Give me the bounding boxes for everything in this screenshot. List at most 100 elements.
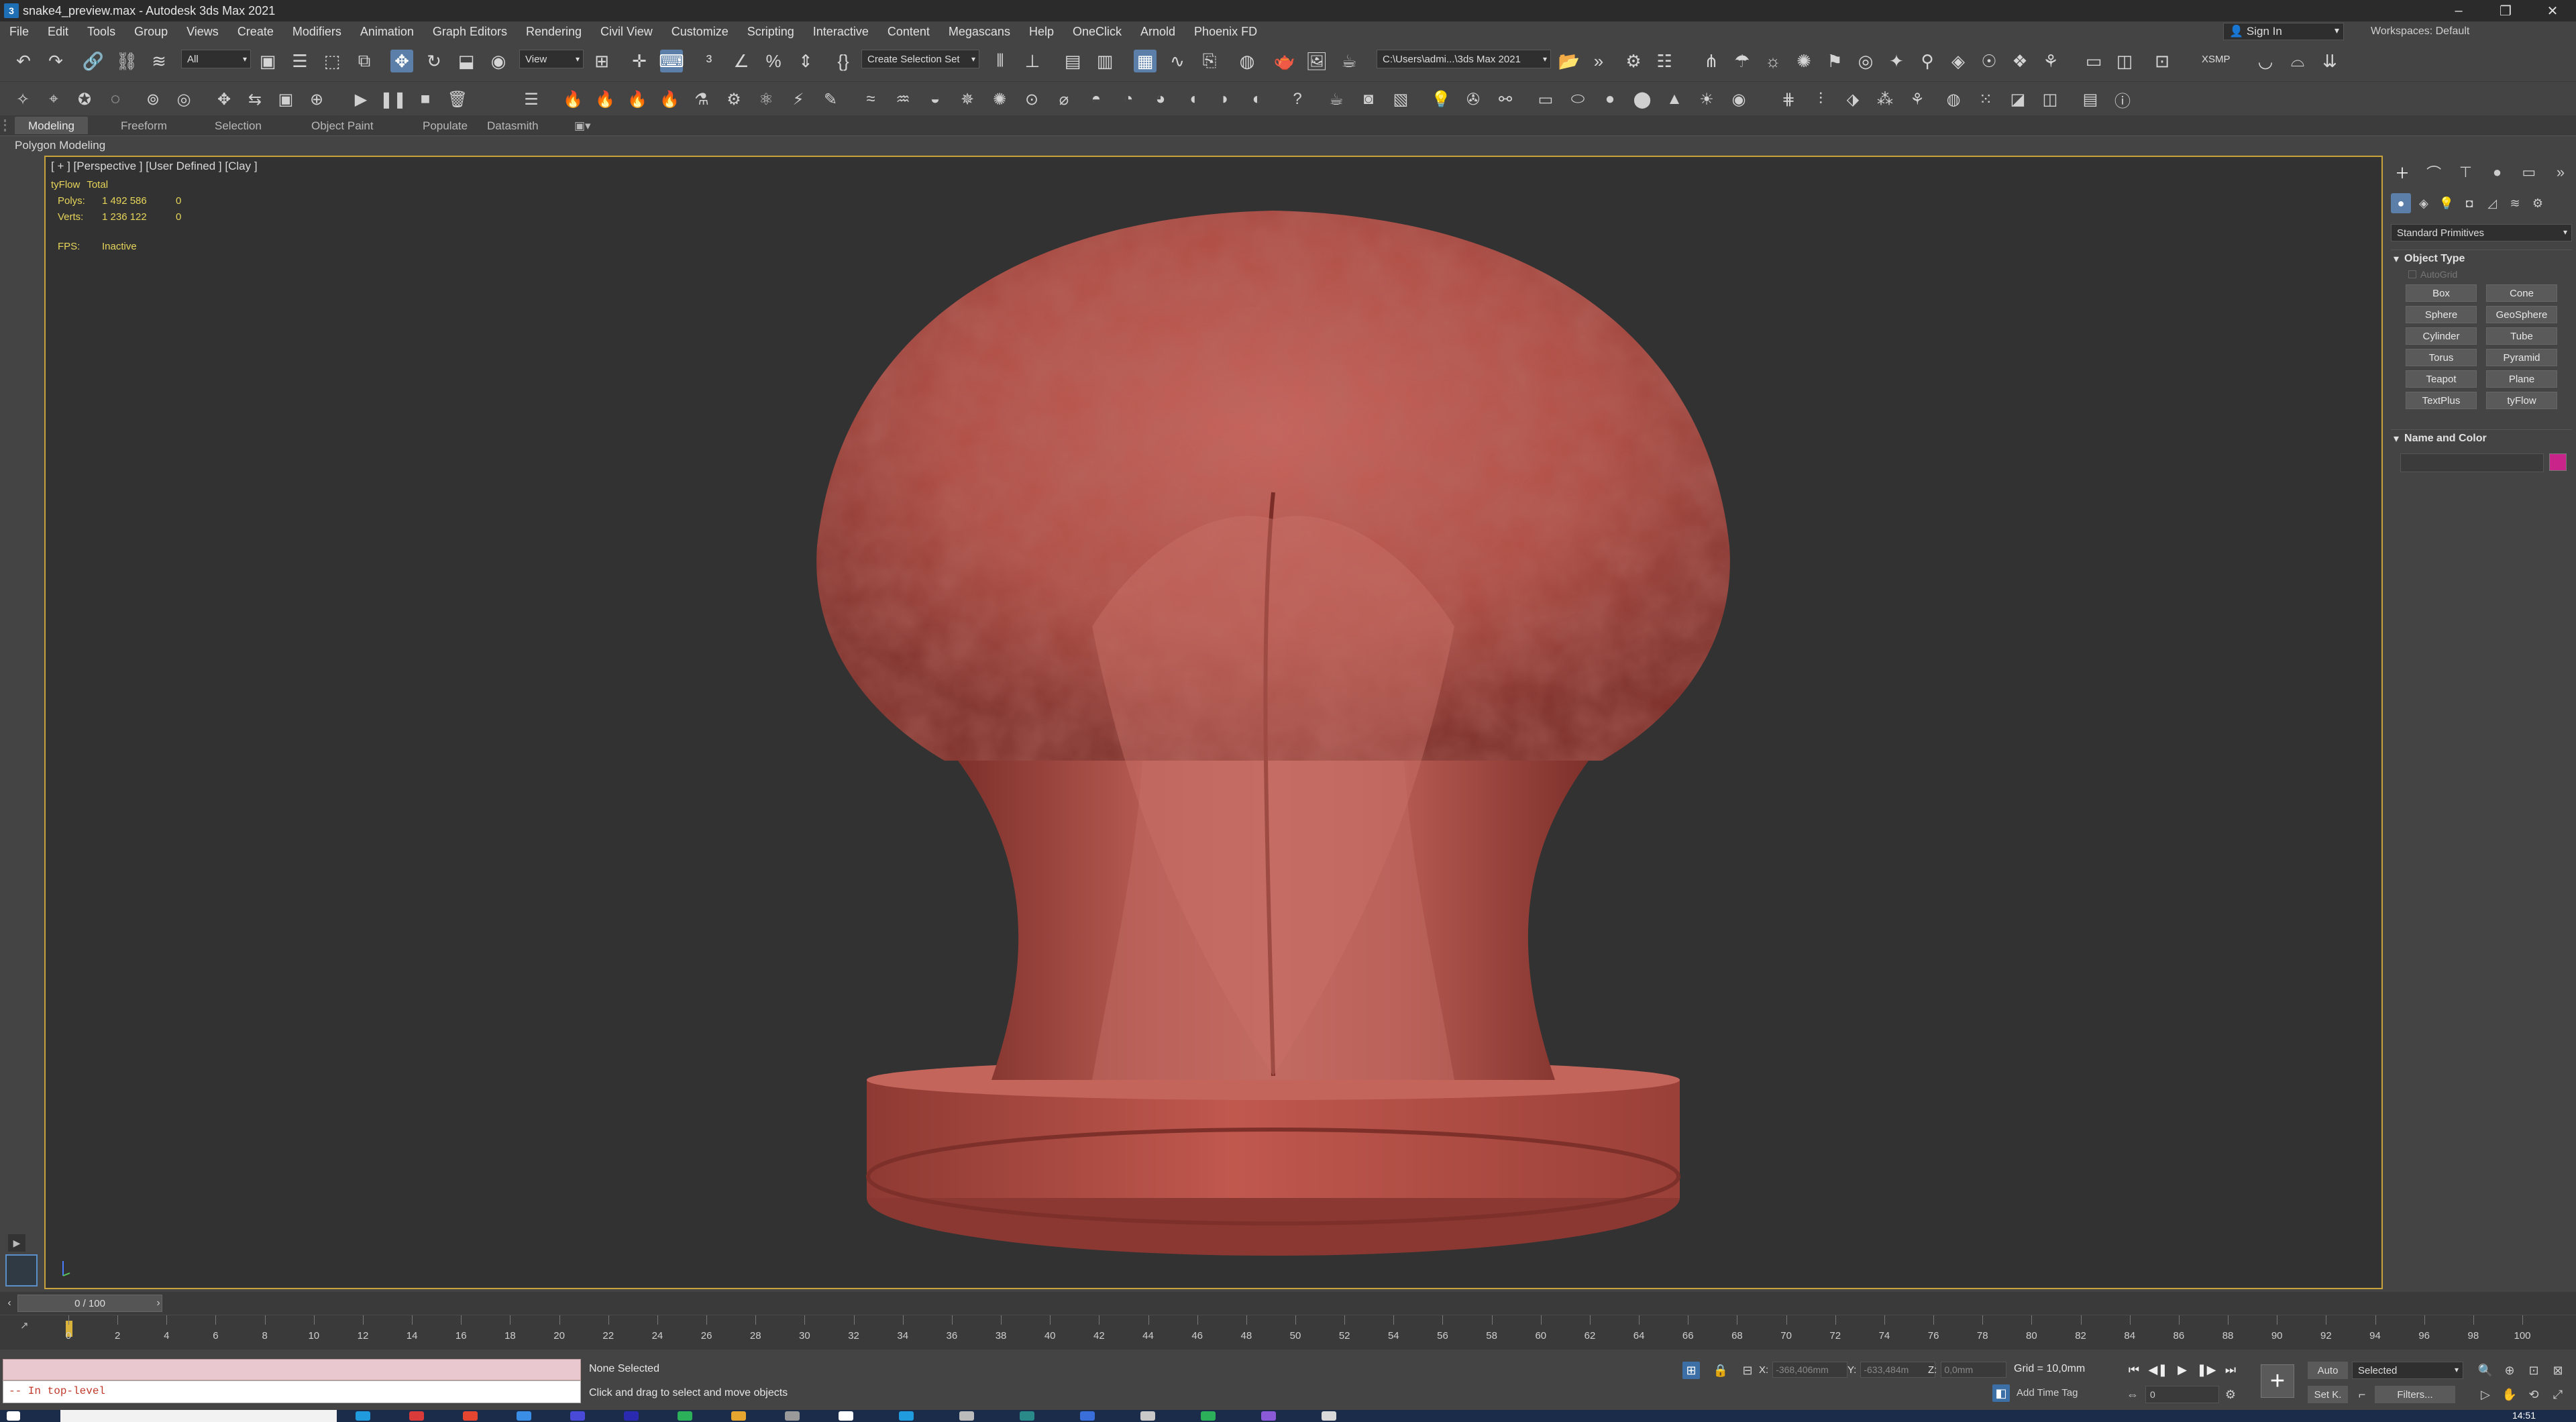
menu-group[interactable]: Group xyxy=(125,25,177,39)
coord-z-input[interactable]: 0,0mm xyxy=(1941,1362,2007,1378)
orbit-icon[interactable]: ⟲ xyxy=(2525,1386,2542,1403)
render-production-icon[interactable]: ☕ xyxy=(1338,50,1360,72)
auto-key-button[interactable]: Auto xyxy=(2308,1362,2348,1379)
toolbar2-icon-6[interactable]: ◎ xyxy=(173,89,195,110)
plant-tool-icon[interactable]: ⚘ xyxy=(1907,89,1928,110)
key-filter-icon[interactable]: ⌐ xyxy=(2353,1386,2371,1403)
material-editor-icon[interactable]: ◍ xyxy=(1236,50,1258,72)
taskbar-app-icon-6[interactable] xyxy=(624,1411,639,1421)
menu-civil-view[interactable]: Civil View xyxy=(591,25,662,39)
taskbar-app-icon-4[interactable] xyxy=(517,1411,531,1421)
plugin-tool-icon-2[interactable]: ☷ xyxy=(1653,50,1676,72)
select-by-name-icon[interactable]: ☰ xyxy=(288,50,311,72)
render-tool-icon-2[interactable]: ◙ xyxy=(1358,89,1379,110)
menu-rendering[interactable]: Rendering xyxy=(517,25,591,39)
curve-editor-icon[interactable]: ∿ xyxy=(1166,50,1189,72)
taskbar-app-icon-11[interactable] xyxy=(899,1411,914,1421)
light-tool-icon-9[interactable]: ◉ xyxy=(1728,89,1750,110)
maximize-viewport-icon[interactable]: ⤢ xyxy=(2549,1386,2567,1403)
taskbar-app-icon-13[interactable] xyxy=(1020,1411,1034,1421)
reference-coordinate-dropdown[interactable]: View ▾ xyxy=(519,50,584,68)
toolbar2-icon-10[interactable]: ⊕ xyxy=(306,89,327,110)
select-object-icon[interactable]: ▣ xyxy=(256,50,279,72)
water-tool-icon-11[interactable]: ◖ xyxy=(1182,89,1203,110)
vray-tool-icon-8[interactable]: ☉ xyxy=(1978,50,2000,72)
current-frame-input[interactable]: 0 xyxy=(2145,1386,2219,1403)
utilities-tab-icon[interactable]: » xyxy=(2549,161,2572,184)
fire-tool-icon-3[interactable]: 🔥 xyxy=(627,89,648,110)
vray-tool-icon-1[interactable]: ⋔ xyxy=(1700,50,1723,72)
menu-modifiers[interactable]: Modifiers xyxy=(283,25,351,39)
lights-icon[interactable]: 💡 xyxy=(2436,193,2457,213)
minimize-icon[interactable]: – xyxy=(2435,0,2482,21)
phoenix-tool-icon-1[interactable]: ⚗ xyxy=(691,89,712,110)
taskbar-search[interactable] xyxy=(60,1410,337,1422)
taskbar-app-icon-18[interactable] xyxy=(1322,1411,1336,1421)
window-crossing-icon[interactable]: ⧉ xyxy=(353,50,376,72)
water-tool-icon-7[interactable]: ⌀ xyxy=(1053,89,1075,110)
selection-filter-dropdown[interactable]: All ▾ xyxy=(181,50,251,68)
object-color-swatch[interactable] xyxy=(2549,453,2567,471)
help-circle-icon[interactable]: ⓘ xyxy=(2112,89,2133,111)
tab-populate[interactable]: Populate xyxy=(409,117,481,134)
geometry-icon[interactable]: ● xyxy=(2391,193,2411,213)
water-tool-icon-12[interactable]: ◗ xyxy=(1214,89,1236,110)
phoenix-tool-icon-5[interactable]: ✎ xyxy=(820,89,841,110)
plane-button[interactable]: Plane xyxy=(2486,370,2557,388)
textplus-button[interactable]: TextPlus xyxy=(2406,392,2477,409)
taskbar-app-icon-7[interactable] xyxy=(678,1411,692,1421)
schematic-view-icon[interactable]: ⎘ xyxy=(1198,50,1221,72)
plugin-tool-icon-3[interactable]: ◡ xyxy=(2254,50,2277,72)
spacewarps-icon[interactable]: ≋ xyxy=(2505,193,2525,213)
modify-tab-icon[interactable]: ⌒ xyxy=(2422,161,2445,184)
light-tool-icon-5[interactable]: ⬭ xyxy=(1567,89,1589,110)
viewport-layout-thumbnail[interactable] xyxy=(5,1254,38,1287)
grid-tool-icon[interactable]: ⁙ xyxy=(1975,89,1996,110)
key-filters-button[interactable]: Filters... xyxy=(2375,1386,2455,1403)
toolbar2-icon-7[interactable]: ✥ xyxy=(213,89,235,110)
taskbar-app-icon-1[interactable] xyxy=(356,1411,370,1421)
menu-edit[interactable]: Edit xyxy=(38,25,78,39)
water-tool-icon-10[interactable]: ◕ xyxy=(1150,89,1171,110)
maxscript-listener[interactable]: -- In top-level xyxy=(3,1359,581,1406)
toolbar2-icon-4[interactable]: ◌ xyxy=(105,89,126,110)
selection-lock-icon[interactable]: 🔒 xyxy=(1712,1362,1729,1379)
light-tool-icon-4[interactable]: ▭ xyxy=(1535,89,1556,110)
set-key-button[interactable]: Set K. xyxy=(2308,1386,2348,1403)
viewport-tool-icon-2[interactable]: ◫ xyxy=(2113,50,2136,72)
redo-icon[interactable]: ↷ xyxy=(44,50,67,72)
light-tool-icon-7[interactable]: ⬤ xyxy=(1631,89,1653,110)
tab-modeling[interactable]: Modeling xyxy=(15,117,88,134)
render-setup-icon[interactable]: 🫖 xyxy=(1273,50,1296,72)
vray-tool-icon-9[interactable]: ❖ xyxy=(2008,50,2031,72)
align-icon[interactable]: ⊥ xyxy=(1021,50,1044,72)
toolbar2-icon-2[interactable]: ⌖ xyxy=(43,89,64,110)
keyboard-shortcut-override-icon[interactable]: ⌨ xyxy=(659,50,684,72)
perspective-viewport[interactable]: [ + ] [Perspective ] [User Defined ] [Cl… xyxy=(44,156,2383,1289)
percent-snap-icon[interactable]: % xyxy=(762,50,785,72)
vray-tool-icon-7[interactable]: ◈ xyxy=(1947,50,1970,72)
zoom-extents-icon[interactable]: ⊡ xyxy=(2525,1362,2542,1379)
primitive-category-dropdown[interactable]: Standard Primitives ▾ xyxy=(2391,224,2572,241)
light-tool-icon-1[interactable]: 💡 xyxy=(1430,89,1452,110)
select-and-scale-icon[interactable]: ⬓ xyxy=(455,50,478,72)
field-of-view-icon[interactable]: ▷ xyxy=(2477,1386,2494,1403)
help-icon[interactable]: ? xyxy=(1287,89,1308,110)
light-tool-icon-8[interactable]: ▲ xyxy=(1664,89,1685,110)
select-and-move-icon[interactable]: ✥ xyxy=(390,50,413,72)
menu-phoenix-fd[interactable]: Phoenix FD xyxy=(1185,25,1267,39)
vray-light-icon[interactable]: ☼ xyxy=(1762,50,1784,72)
display-tab-icon[interactable]: ▭ xyxy=(2518,161,2540,184)
edit-named-selection-icon[interactable]: {} xyxy=(832,50,855,72)
menu-graph-editors[interactable]: Graph Editors xyxy=(423,25,517,39)
vray-tool-icon-5[interactable]: ✦ xyxy=(1885,50,1908,72)
add-time-tag[interactable]: Add Time Tag xyxy=(2017,1387,2078,1399)
restore-icon[interactable]: ❐ xyxy=(2482,0,2529,21)
coord-y-input[interactable]: -633,484m xyxy=(1860,1362,1936,1378)
light-tool-icon-2[interactable]: ✇ xyxy=(1462,89,1484,110)
vray-tool-icon-10[interactable]: ⚘ xyxy=(2039,50,2062,72)
rect-selection-icon[interactable]: ⬚ xyxy=(321,50,343,72)
render-tool-icon-4[interactable]: ◪ xyxy=(2007,89,2029,110)
time-slider-prev-icon[interactable]: ‹ xyxy=(3,1296,16,1311)
snake-sculpture-model[interactable] xyxy=(46,157,2383,1289)
